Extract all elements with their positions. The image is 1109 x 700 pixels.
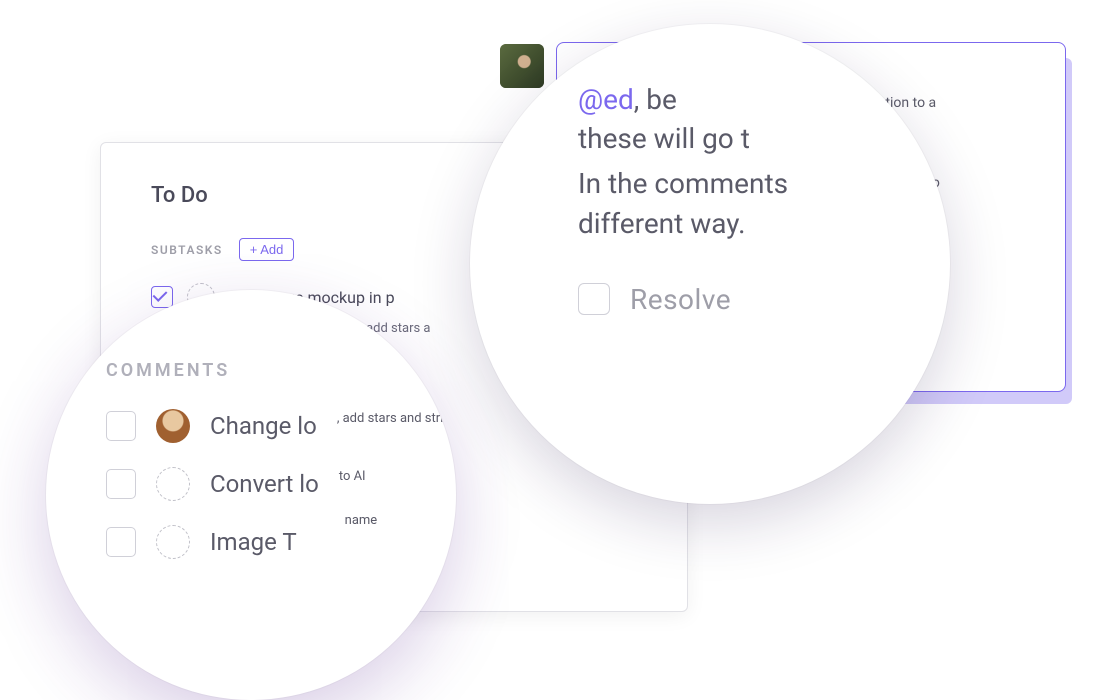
comment-item-label: Image T <box>210 528 297 556</box>
comment-author-avatar <box>500 44 544 88</box>
mention-zoom[interactable]: @ed <box>578 83 634 116</box>
avatar-icon <box>156 409 190 443</box>
assignee-placeholder-icon[interactable] <box>156 525 190 559</box>
comment-list-row[interactable]: Convert lo to AI <box>106 467 446 501</box>
comment-zoom-text: , be <box>634 83 677 116</box>
overflow-text: to AI <box>339 469 366 484</box>
resolve-row[interactable]: Resolve <box>578 283 938 316</box>
comment-checkbox[interactable] <box>106 411 136 441</box>
comment-list-row[interactable]: Image Tname <box>106 525 446 559</box>
comment-item-label: Change lo <box>210 412 317 440</box>
comment-checkbox[interactable] <box>106 469 136 499</box>
assignee-placeholder-icon[interactable] <box>156 467 190 501</box>
subtasks-label: SUBTASKS <box>151 243 223 257</box>
comment-item-label: Convert lo <box>210 470 319 498</box>
resolve-checkbox[interactable] <box>578 283 610 315</box>
comment-zoom-text: In the comments <box>578 164 938 203</box>
comment-checkbox[interactable] <box>106 527 136 557</box>
task-checkbox[interactable] <box>151 286 173 308</box>
magnifier-comments-list-zoom: COMMENTS Change lo , add stars and stri C… <box>46 290 456 700</box>
comment-list-row[interactable]: Change lo , add stars and stri <box>106 409 446 443</box>
comments-heading: COMMENTS <box>106 360 446 381</box>
magnifier-comment-zoom: @ed, be these will go t In the comments … <box>470 24 950 504</box>
resolve-label: Resolve <box>630 283 731 316</box>
comment-zoom-text: these will go t <box>578 119 938 158</box>
overflow-text: name <box>345 513 378 528</box>
comment-zoom-text: different way. <box>578 204 938 243</box>
overflow-text: , add stars and stri <box>337 411 443 426</box>
add-subtask-button[interactable]: Add <box>239 238 295 261</box>
